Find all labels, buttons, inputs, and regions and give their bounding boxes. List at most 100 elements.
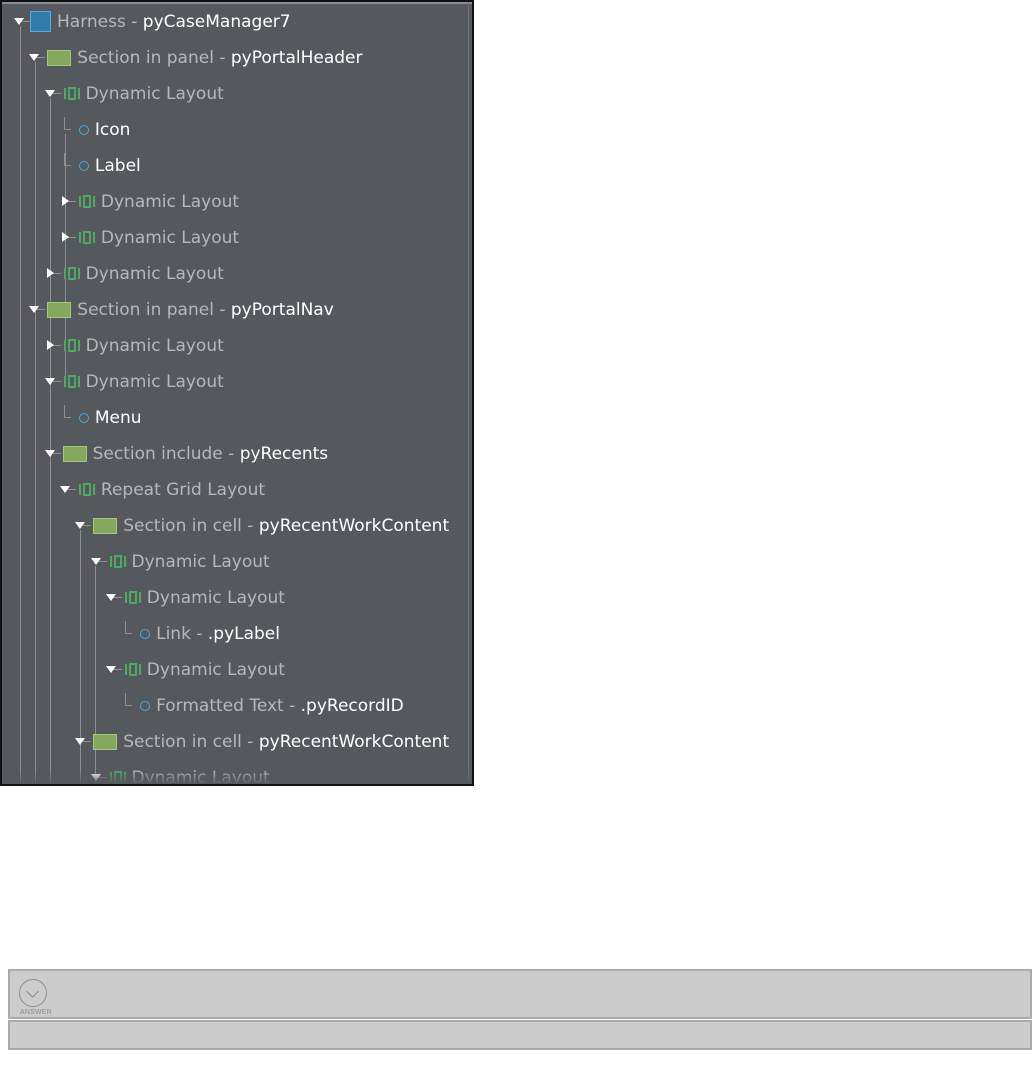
tree-connector bbox=[63, 153, 71, 166]
tree-node-label: Section in panel - pyPortalHeader bbox=[77, 48, 362, 68]
dynamic-layout-icon-part bbox=[77, 376, 80, 387]
caret-down-icon[interactable] bbox=[44, 450, 55, 457]
answer-header[interactable]: ANSWER bbox=[8, 969, 1032, 1019]
tree-node[interactable]: Dynamic Layout bbox=[2, 580, 472, 616]
node-separator: - bbox=[241, 732, 259, 752]
tree-node[interactable]: Harness - pyCaseManager7 bbox=[2, 4, 472, 40]
dynamic-layout-icon-part bbox=[63, 88, 66, 99]
caret-right-icon[interactable] bbox=[61, 196, 69, 206]
tree-node[interactable]: Section in cell - pyRecentWorkContent bbox=[2, 724, 472, 760]
tree-node-label: Menu bbox=[95, 408, 142, 428]
tree-node[interactable]: Label bbox=[2, 148, 472, 184]
caret-down-icon[interactable] bbox=[59, 486, 70, 493]
tree-node[interactable]: Dynamic Layout bbox=[2, 328, 472, 364]
node-type: Dynamic Layout bbox=[85, 264, 224, 284]
caret-right-icon[interactable] bbox=[46, 340, 54, 350]
tree-node[interactable]: Link - .pyLabel bbox=[2, 616, 472, 652]
tree-node[interactable]: Dynamic Layout bbox=[2, 544, 472, 580]
tree-node[interactable]: Dynamic Layout bbox=[2, 76, 472, 112]
node-type: Repeat Grid Layout bbox=[100, 480, 266, 500]
tree-connector bbox=[125, 621, 133, 634]
caret-right-icon[interactable] bbox=[46, 268, 54, 278]
dynamic-layout-icon-part bbox=[82, 231, 91, 244]
tree-node-label: Section include - pyRecents bbox=[93, 444, 329, 464]
tree-node-label: Section in panel - pyPortalNav bbox=[77, 300, 333, 320]
node-type: Dynamic Layout bbox=[85, 336, 224, 356]
node-name: pyRecentWorkContent bbox=[258, 732, 450, 752]
dynamic-layout-icon-part bbox=[67, 375, 76, 388]
caret-down-icon[interactable] bbox=[105, 594, 116, 601]
caret-right-icon[interactable] bbox=[61, 232, 69, 242]
tree-node[interactable]: Dynamic Layout bbox=[2, 220, 472, 256]
node-type: Section in cell bbox=[123, 516, 242, 536]
node-type: Dynamic Layout bbox=[146, 660, 285, 680]
caret-down-icon[interactable] bbox=[90, 558, 101, 565]
caret-down-icon[interactable] bbox=[44, 378, 55, 385]
section-icon bbox=[47, 302, 72, 318]
node-separator: - bbox=[213, 48, 231, 68]
caret-down-icon[interactable] bbox=[29, 54, 40, 61]
section-icon bbox=[93, 518, 118, 534]
dynamic-layout-icon bbox=[78, 195, 95, 209]
node-separator: - bbox=[213, 300, 231, 320]
tree-node[interactable]: Repeat Grid Layout bbox=[2, 472, 472, 508]
tree-node-label: Repeat Grid Layout bbox=[101, 480, 265, 500]
tree-node[interactable]: Dynamic Layout bbox=[2, 652, 472, 688]
dynamic-layout-icon-part bbox=[78, 232, 81, 243]
node-type: Dynamic Layout bbox=[100, 192, 240, 212]
node-name: pyRecents bbox=[239, 444, 329, 464]
dynamic-layout-icon-part bbox=[138, 664, 141, 675]
caret-down-icon[interactable] bbox=[44, 90, 55, 97]
tree-connector bbox=[63, 117, 71, 130]
caret-down-icon[interactable] bbox=[75, 738, 86, 745]
dynamic-layout-icon-part bbox=[113, 555, 122, 568]
dynamic-layout-icon bbox=[63, 267, 80, 281]
tree-node[interactable]: Dynamic Layout bbox=[2, 364, 472, 400]
tree-node[interactable]: Dynamic Layout bbox=[2, 256, 472, 292]
dynamic-layout-icon-part bbox=[77, 340, 80, 351]
node-type: Dynamic Layout bbox=[100, 228, 240, 248]
tree-node[interactable]: Dynamic Layout bbox=[2, 184, 472, 220]
section-icon bbox=[62, 446, 87, 462]
caret-down-icon[interactable] bbox=[14, 18, 24, 25]
node-name: pyCaseManager7 bbox=[142, 12, 291, 32]
tree-node[interactable]: Section in panel - pyPortalHeader bbox=[2, 40, 472, 76]
field-icon bbox=[140, 701, 151, 711]
answer-label: ANSWER bbox=[20, 1009, 52, 1016]
dynamic-layout-icon-part bbox=[109, 556, 112, 567]
tree-node[interactable]: Formatted Text - .pyRecordID bbox=[2, 688, 472, 724]
tree-node[interactable]: Section in panel - pyPortalNav bbox=[2, 292, 472, 328]
tree-node[interactable]: Section include - pyRecents bbox=[2, 436, 472, 472]
answer-body bbox=[8, 1020, 1032, 1050]
tree-node-label: Label bbox=[95, 156, 141, 176]
dynamic-layout-icon-part bbox=[78, 196, 81, 207]
section-icon bbox=[93, 734, 118, 750]
dynamic-layout-icon-part bbox=[77, 88, 80, 99]
node-type: Dynamic Layout bbox=[131, 552, 270, 572]
node-type: Harness bbox=[57, 12, 126, 32]
tree-connector bbox=[63, 405, 71, 418]
tree-node-label: Dynamic Layout bbox=[86, 264, 224, 284]
dynamic-layout-icon-part bbox=[124, 592, 127, 603]
dynamic-layout-icon-part bbox=[63, 376, 66, 387]
harness-icon bbox=[30, 11, 51, 32]
tree-node-label: Dynamic Layout bbox=[101, 192, 239, 212]
dynamic-layout-icon-part bbox=[92, 196, 95, 207]
caret-down-icon[interactable] bbox=[75, 522, 86, 529]
node-name: pyRecentWorkContent bbox=[258, 516, 450, 536]
chevron-down-icon bbox=[26, 985, 39, 998]
tree-node[interactable]: Menu bbox=[2, 400, 472, 436]
dynamic-layout-icon-part bbox=[82, 483, 91, 496]
tree-node[interactable]: Icon bbox=[2, 112, 472, 148]
node-name: Label bbox=[94, 156, 141, 176]
node-type: Section in panel bbox=[77, 48, 214, 68]
node-name: pyPortalNav bbox=[230, 300, 334, 320]
chevron-down-circle-icon[interactable] bbox=[19, 979, 47, 1007]
node-separator: - bbox=[241, 516, 259, 536]
caret-down-icon[interactable] bbox=[29, 306, 40, 313]
tree-node[interactable]: Section in cell - pyRecentWorkContent bbox=[2, 508, 472, 544]
caret-down-icon[interactable] bbox=[105, 666, 116, 673]
tree-node-label: Dynamic Layout bbox=[147, 660, 285, 680]
tree-node-label: Section in cell - pyRecentWorkContent bbox=[123, 516, 449, 536]
tree-node-label: Dynamic Layout bbox=[132, 552, 270, 572]
